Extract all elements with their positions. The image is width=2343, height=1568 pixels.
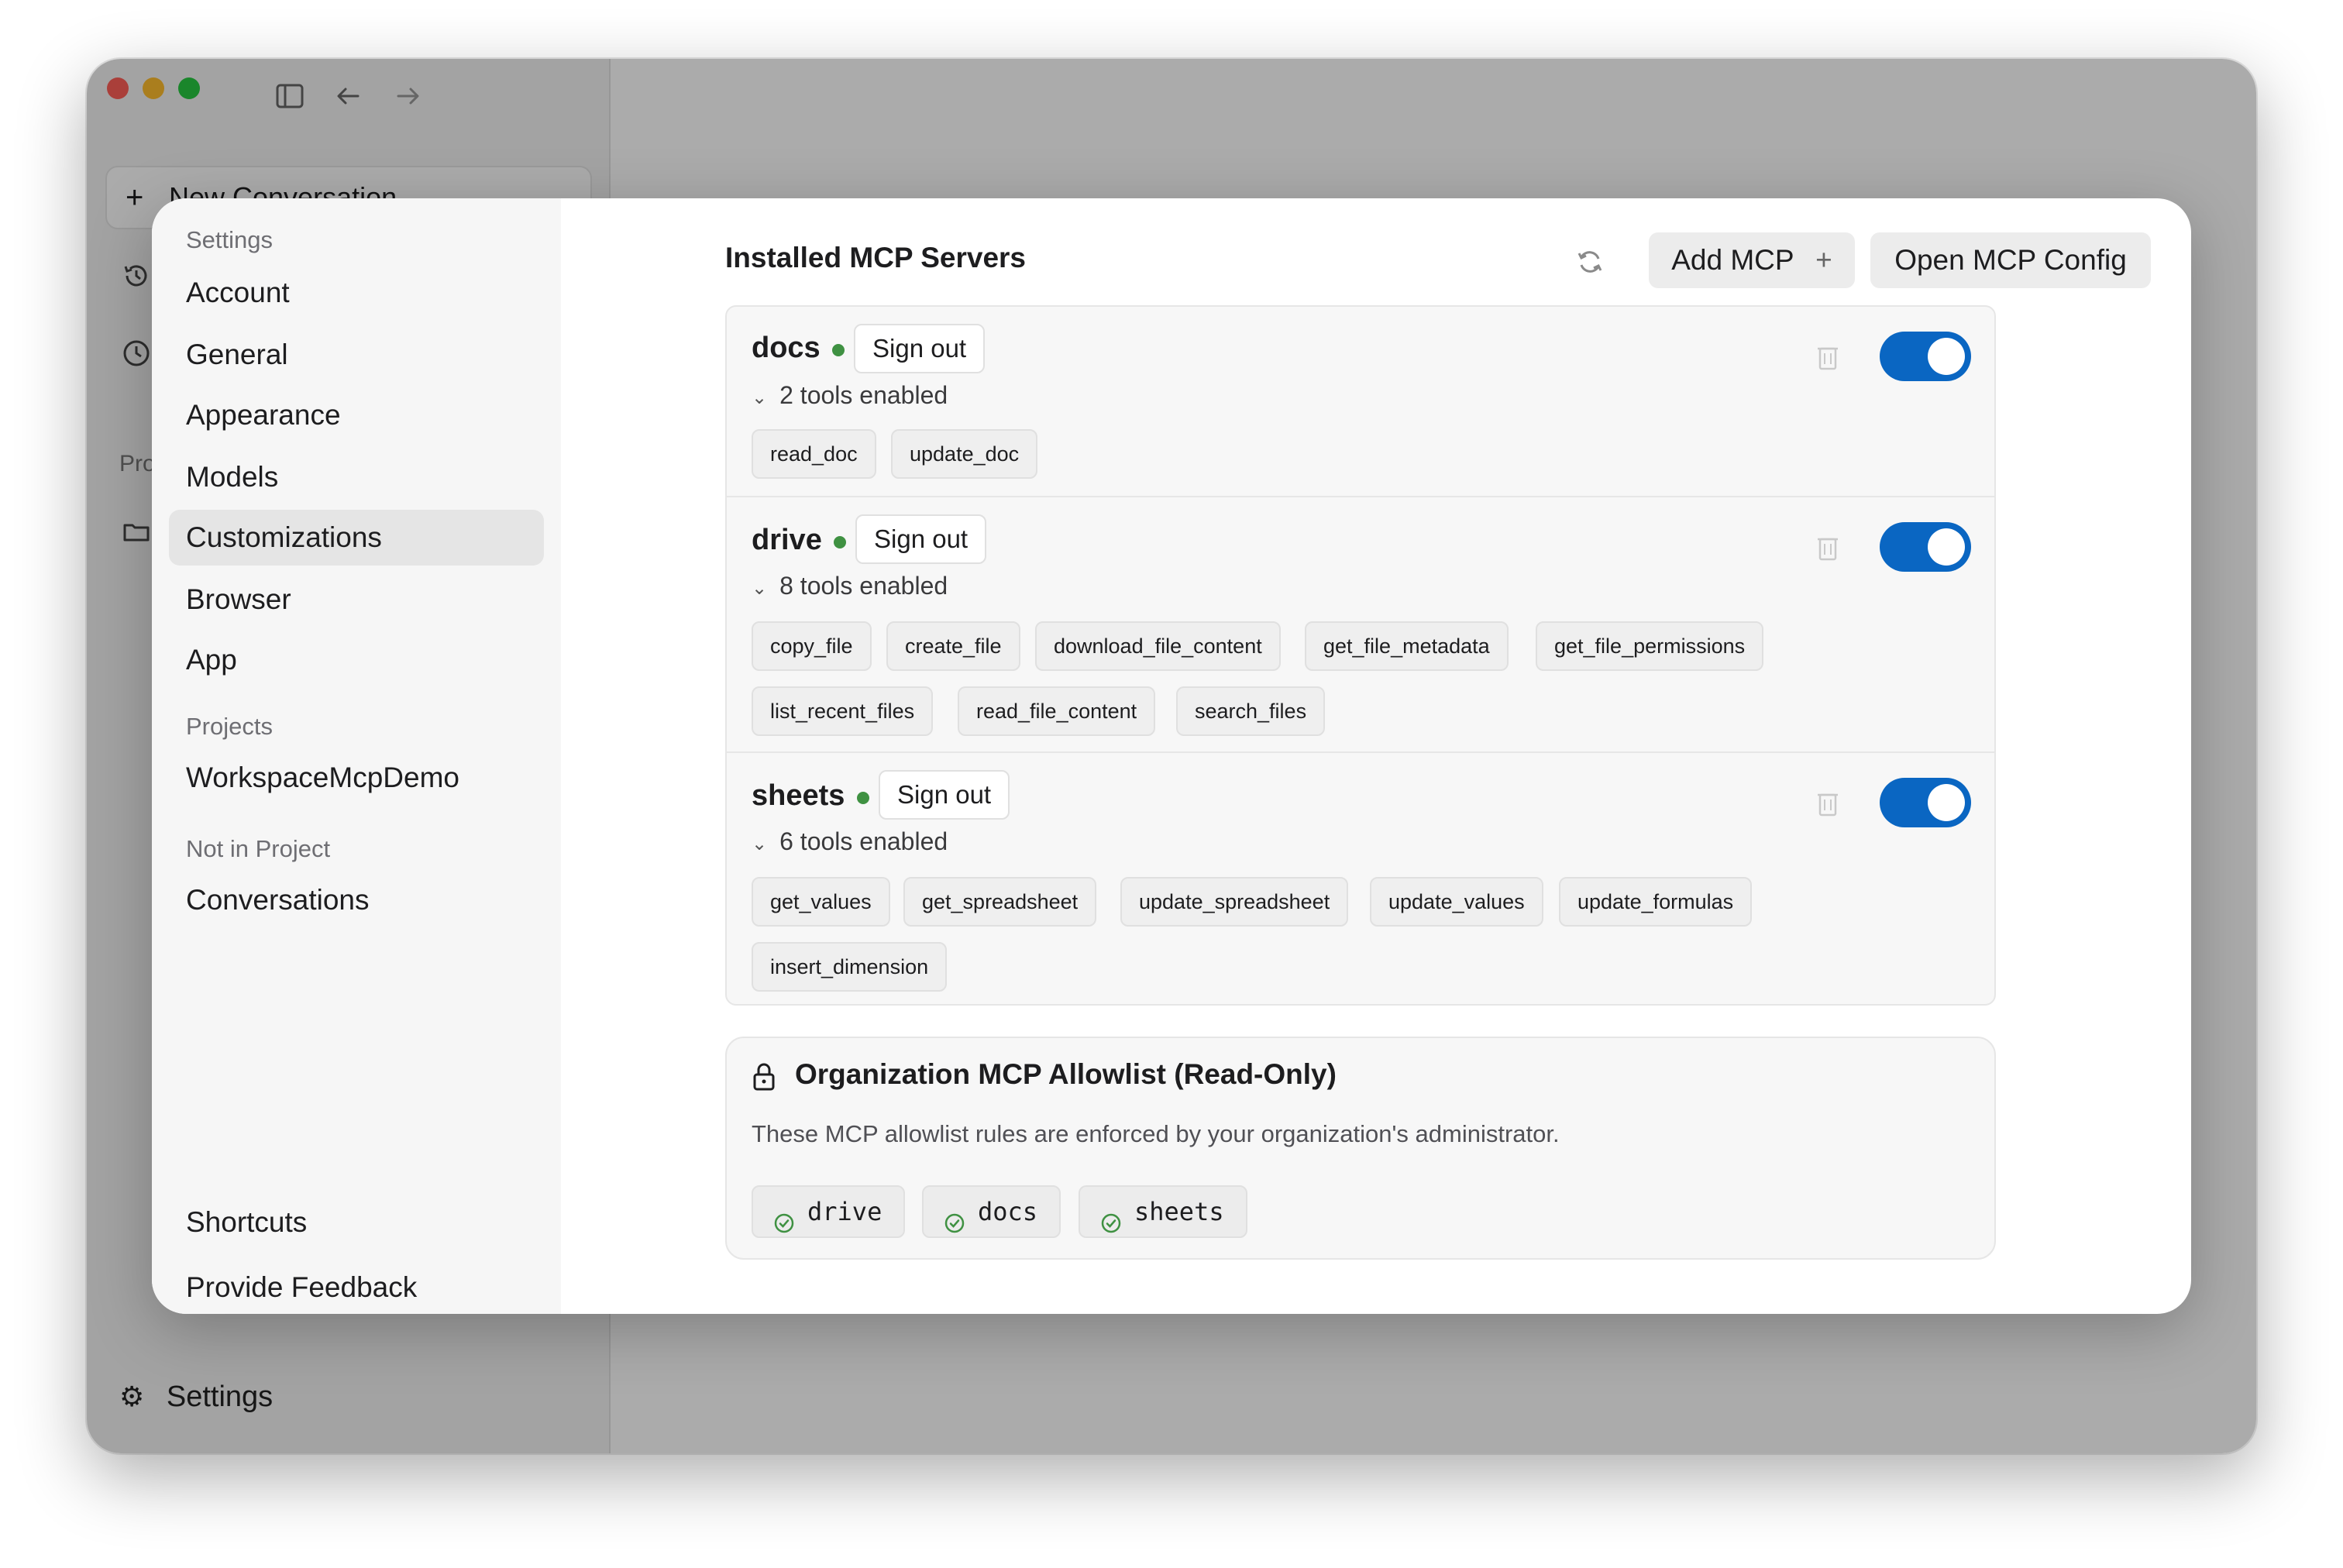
nav-item-workspace-mcp-demo[interactable]: WorkspaceMcpDemo (169, 750, 544, 806)
tool-chip: read_doc (752, 429, 876, 479)
status-connected-dot (857, 792, 869, 804)
nav-item-conversations[interactable]: Conversations (169, 872, 544, 928)
settings-modal: Settings Account General Appearance Mode… (152, 198, 2191, 1314)
server-enabled-toggle[interactable] (1880, 522, 1971, 572)
allowlist-chip-label: sheets (1134, 1197, 1224, 1226)
nav-item-browser[interactable]: Browser (169, 572, 544, 628)
server-row-sheets: sheets Sign out ⌄ 6 tools enabled get_val… (727, 751, 1994, 1006)
sign-out-button[interactable]: Sign out (854, 324, 986, 373)
status-connected-dot (832, 344, 845, 356)
page-title: Installed MCP Servers (725, 242, 1026, 273)
plus-icon: + (1815, 244, 1832, 276)
projects-section-label: Projects (186, 713, 273, 740)
allowlist-chip-sheets: sheets (1079, 1185, 1247, 1238)
tools-summary-toggle[interactable]: ⌄ 8 tools enabled (752, 572, 948, 600)
server-name: drive (752, 524, 822, 556)
trash-icon[interactable] (1815, 789, 1841, 818)
server-name: docs (752, 332, 821, 364)
check-circle-icon-svg (774, 1213, 794, 1233)
nav-item-provide-feedback[interactable]: Provide Feedback (169, 1260, 544, 1314)
tool-chip: update_spreadsheet (1120, 877, 1349, 927)
allowlist-chip-label: drive (807, 1197, 882, 1226)
add-mcp-button[interactable]: Add MCP + (1649, 232, 1855, 288)
sign-out-button[interactable]: Sign out (879, 770, 1010, 820)
chevron-down-icon: ⌄ (752, 578, 768, 599)
server-enabled-toggle[interactable] (1880, 778, 1971, 827)
add-mcp-label: Add MCP (1671, 244, 1794, 276)
not-in-project-section-label: Not in Project (186, 835, 331, 862)
server-name: sheets (752, 779, 845, 812)
refresh-icon[interactable] (1573, 245, 1607, 279)
tool-chip: get_file_metadata (1305, 621, 1509, 671)
tool-chip: get_values (752, 877, 890, 927)
tool-chip: download_file_content (1035, 621, 1281, 671)
tools-summary: 6 tools enabled (779, 827, 948, 855)
tool-chip: create_file (886, 621, 1020, 671)
installed-servers-list: docs Sign out ⌄ 2 tools enabled read_doc … (725, 305, 1996, 1006)
check-circle-icon (773, 1201, 795, 1233)
open-mcp-config-button[interactable]: Open MCP Config (1870, 232, 2151, 288)
check-circle-icon (1100, 1201, 1122, 1233)
toggle-knob (1928, 528, 1965, 566)
allowlist-chip-drive: drive (752, 1185, 906, 1238)
allowlist-description: These MCP allowlist rules are enforced b… (752, 1120, 1560, 1147)
tools-summary: 2 tools enabled (779, 381, 948, 409)
allowlist-title: Organization MCP Allowlist (Read-Only) (795, 1058, 1337, 1090)
nav-item-shortcuts[interactable]: Shortcuts (169, 1195, 544, 1250)
status-connected-dot (834, 536, 846, 548)
trash-icon-svg (1818, 538, 1838, 561)
allowlist-chip-label: docs (978, 1197, 1038, 1226)
tool-chip: update_doc (891, 429, 1038, 479)
tool-chip: copy_file (752, 621, 872, 671)
server-enabled-toggle[interactable] (1880, 332, 1971, 381)
lock-icon-svg (753, 1063, 775, 1091)
tool-chip: update_values (1370, 877, 1543, 927)
nav-item-account[interactable]: Account (169, 265, 544, 321)
tool-chip: list_recent_files (752, 686, 934, 736)
check-circle-icon (944, 1201, 965, 1233)
server-row-docs: docs Sign out ⌄ 2 tools enabled read_doc … (727, 307, 1994, 496)
check-circle-icon-svg (1101, 1213, 1121, 1233)
nav-item-models[interactable]: Models (169, 449, 544, 505)
tool-chip: insert_dimension (752, 942, 948, 992)
tool-chip: get_file_permissions (1536, 621, 1764, 671)
trash-icon-svg (1818, 347, 1838, 370)
tool-chip: read_file_content (958, 686, 1156, 736)
tools-summary-toggle[interactable]: ⌄ 2 tools enabled (752, 381, 948, 410)
trash-icon[interactable] (1815, 533, 1841, 562)
server-row-drive: drive Sign out ⌄ 8 tools enabled copy_fil… (727, 496, 1994, 751)
nav-item-app[interactable]: App (169, 632, 544, 688)
allowlist-chip-docs: docs (922, 1185, 1061, 1238)
toggle-knob (1928, 784, 1965, 821)
tools-summary: 8 tools enabled (779, 572, 948, 600)
trash-icon-svg (1818, 793, 1838, 817)
chevron-down-icon: ⌄ (752, 387, 768, 408)
lock-icon (752, 1061, 776, 1092)
toggle-knob (1928, 338, 1965, 375)
sign-out-button[interactable]: Sign out (855, 514, 987, 564)
nav-item-customizations[interactable]: Customizations (169, 510, 544, 566)
trash-icon[interactable] (1815, 342, 1841, 372)
tools-summary-toggle[interactable]: ⌄ 6 tools enabled (752, 827, 948, 856)
chevron-down-icon: ⌄ (752, 834, 768, 854)
nav-item-general[interactable]: General (169, 327, 544, 383)
tool-chip: update_formulas (1559, 877, 1753, 927)
settings-nav: Settings Account General Appearance Mode… (152, 198, 561, 1314)
nav-item-appearance[interactable]: Appearance (169, 387, 544, 443)
check-circle-icon-svg (944, 1213, 965, 1233)
tool-chip: search_files (1176, 686, 1326, 736)
org-allowlist-panel: Organization MCP Allowlist (Read-Only) T… (725, 1037, 1996, 1260)
tool-chip: get_spreadsheet (903, 877, 1097, 927)
refresh-icon-svg (1577, 251, 1602, 273)
settings-content: Installed MCP Servers Add MCP + Open MCP… (561, 198, 2191, 1314)
settings-section-label: Settings (186, 226, 274, 253)
